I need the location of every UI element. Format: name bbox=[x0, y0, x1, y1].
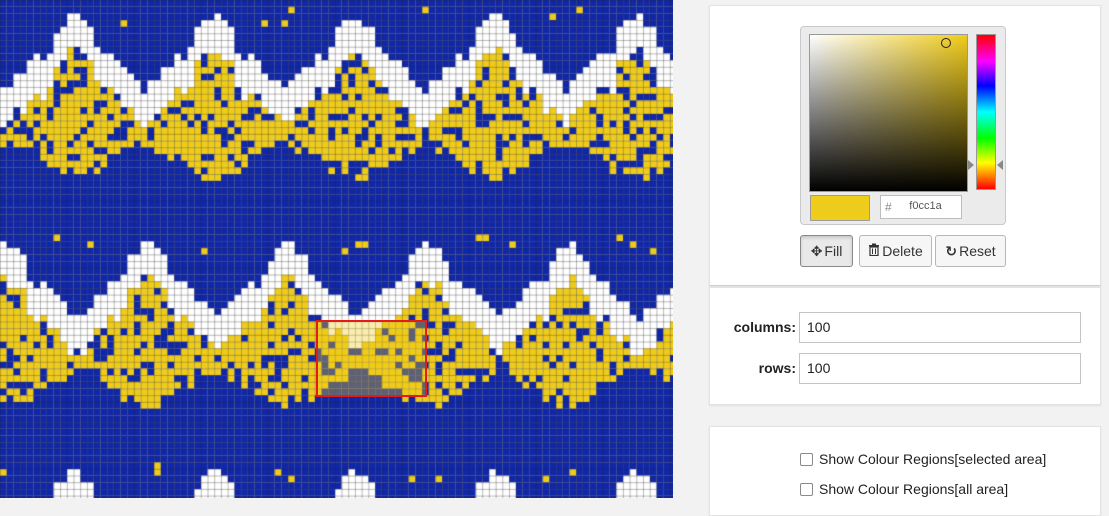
selection-rectangle[interactable] bbox=[316, 320, 427, 397]
delete-label: Delete bbox=[882, 243, 923, 259]
show-regions-all-row[interactable]: Show Colour Regions[all area] bbox=[800, 481, 1008, 497]
hue-slider-handle-right[interactable] bbox=[997, 160, 1003, 170]
rows-input[interactable]: 100 bbox=[799, 353, 1081, 384]
show-regions-selected-row[interactable]: Show Colour Regions[selected area] bbox=[800, 451, 1046, 467]
color-picker: # f0cc1a bbox=[800, 26, 1006, 225]
show-regions-selected-checkbox[interactable] bbox=[800, 452, 813, 466]
show-regions-all-checkbox[interactable] bbox=[800, 482, 813, 496]
current-color-swatch bbox=[810, 195, 870, 221]
delete-button[interactable]: Delete bbox=[859, 235, 932, 267]
hex-hash-label: # bbox=[885, 200, 892, 214]
pixel-grid[interactable] bbox=[0, 0, 673, 498]
columns-input[interactable]: 100 bbox=[799, 312, 1081, 343]
move-arrows-icon: ✥ bbox=[810, 242, 823, 259]
show-regions-selected-label: Show Colour Regions[selected area] bbox=[819, 451, 1047, 467]
hex-input[interactable]: # f0cc1a bbox=[880, 195, 962, 219]
reset-button[interactable]: ↻ Reset bbox=[935, 235, 1006, 267]
trash-icon bbox=[868, 243, 880, 259]
refresh-icon: ↻ bbox=[945, 242, 958, 259]
rows-label: rows: bbox=[758, 360, 796, 376]
color-cursor[interactable] bbox=[941, 38, 951, 48]
pixel-grid-canvas-area[interactable] bbox=[0, 0, 673, 498]
color-picker-panel: # f0cc1a ✥ Fill Delete ↻ Reset bbox=[709, 5, 1101, 286]
reset-label: Reset bbox=[959, 243, 996, 259]
hue-slider-handle-left[interactable] bbox=[968, 160, 974, 170]
saturation-value-square[interactable] bbox=[809, 34, 968, 192]
columns-label: columns: bbox=[733, 319, 796, 335]
fill-button[interactable]: ✥ Fill bbox=[800, 235, 853, 267]
colour-regions-panel: Show Colour Regions[selected area] Show … bbox=[709, 426, 1101, 516]
hue-slider[interactable] bbox=[976, 34, 996, 190]
show-regions-all-label: Show Colour Regions[all area] bbox=[819, 481, 1009, 497]
hex-value[interactable]: f0cc1a bbox=[894, 200, 957, 212]
grid-size-panel: columns: 100 rows: 100 bbox=[709, 287, 1101, 405]
fill-label: Fill bbox=[824, 243, 843, 259]
